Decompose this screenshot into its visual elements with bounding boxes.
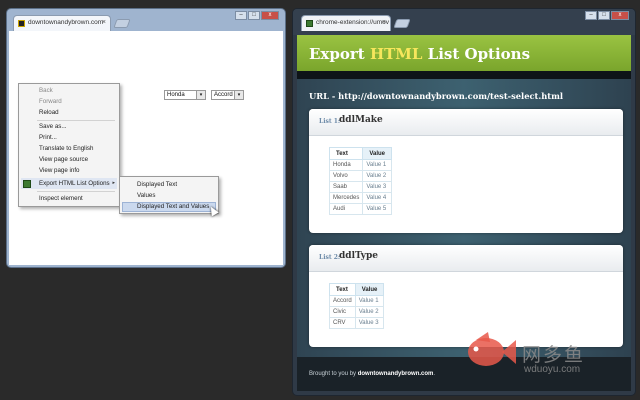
column-header-text: Text (329, 283, 356, 296)
page-title: Export HTML List Options (309, 45, 530, 63)
footer-text: . (433, 371, 436, 377)
cell-text: Civic (329, 306, 356, 318)
table-row: Civic Value 2 (329, 306, 385, 318)
table-row: Honda Value 1 (328, 159, 393, 171)
menu-item-save-as[interactable]: Save as... (39, 123, 67, 130)
new-tab-button[interactable] (393, 19, 411, 28)
cell-text: Audi (328, 203, 364, 215)
right-titlebar: chrome-extension://umov × – □ x (293, 9, 635, 35)
list-table: Text Value Accord Value 1 Civic Value 2 CR… (329, 283, 385, 329)
header-divider (297, 71, 631, 79)
right-tab-title: chrome-extension://umov (316, 19, 389, 26)
title-highlight: HTML (369, 45, 423, 63)
table-header-row: Text Value (329, 283, 385, 296)
extension-icon (23, 180, 31, 188)
menu-item-back[interactable]: Back (39, 87, 53, 94)
watermark-en: wduoyu.com (524, 364, 581, 375)
extension-favicon-icon (306, 20, 313, 27)
menu-item-print[interactable]: Print... (39, 134, 57, 141)
table-row: Accord Value 1 (329, 295, 385, 307)
site-favicon-icon (18, 20, 25, 27)
list-table: Text Value Honda Value 1 Volvo Value 2 Saa… (328, 147, 393, 215)
right-window-controls: – □ x (585, 11, 629, 21)
cell-text: Accord (329, 295, 356, 307)
table-header-row: Text Value (328, 147, 393, 160)
submenu-item-text-and-values[interactable]: Displayed Text and Values (137, 203, 209, 210)
table-row: Saab Value 3 (328, 181, 393, 193)
menu-item-inspect[interactable]: Inspect element (39, 195, 83, 202)
left-tab[interactable]: downtownandybrown.com × (13, 15, 111, 31)
menu-item-translate[interactable]: Translate to English (39, 145, 93, 152)
panel-header: List 2: ddlType (309, 245, 623, 272)
table-row: CRV Value 3 (329, 317, 385, 329)
cell-text: Honda (328, 159, 364, 171)
cell-value: Value 3 (354, 317, 385, 329)
list-label: List 1: (319, 118, 341, 125)
list-panel-ddlmake: List 1: ddlMake Text Value Honda Value 1 … (309, 109, 623, 233)
submenu-item-values[interactable]: Values (137, 192, 155, 199)
select-type[interactable]: Accord ▾ (211, 90, 244, 100)
panel-header: List 1: ddlMake (309, 109, 623, 136)
cell-text: CRV (329, 317, 356, 329)
left-window-controls: – □ x (235, 11, 279, 21)
title-part: Export (309, 45, 370, 63)
tab-close-icon[interactable]: × (382, 16, 386, 30)
context-menu: Back Forward Reload Save as... Print... … (18, 83, 120, 207)
cell-value: Value 3 (362, 181, 393, 193)
maximize-button[interactable]: □ (598, 11, 610, 20)
fish-logo-icon (468, 332, 516, 366)
footer-text: Brought to you by (309, 371, 358, 377)
cell-value: Value 2 (362, 170, 393, 182)
list-label: List 2: (319, 254, 341, 261)
right-tab[interactable]: chrome-extension://umov × (301, 15, 391, 31)
submenu-arrow-icon: ▸ (112, 180, 115, 186)
title-part: List Options (422, 45, 531, 63)
minimize-button[interactable]: – (585, 11, 597, 20)
menu-item-export-html-list-options[interactable]: Export HTML List Options (39, 180, 110, 187)
cell-text: Mercedes (328, 192, 364, 204)
select-make-value: Honda (167, 92, 185, 98)
close-button[interactable]: x (261, 11, 279, 20)
new-tab-button[interactable] (113, 19, 131, 28)
chevron-down-icon: ▾ (234, 91, 243, 99)
menu-separator (37, 120, 115, 121)
footer-credit: Brought to you by downtownandybrown.com. (309, 371, 435, 377)
select-type-value: Accord (214, 92, 233, 98)
minimize-button[interactable]: – (235, 11, 247, 20)
menu-item-reload[interactable]: Reload (39, 109, 59, 116)
column-header-text: Text (328, 147, 364, 160)
cell-value: Value 2 (354, 306, 385, 318)
watermark-cn: 网多鱼 (522, 344, 586, 366)
select-make[interactable]: Honda ▾ (164, 90, 206, 100)
left-tab-title: downtownandybrown.com (28, 19, 104, 26)
menu-item-view-info[interactable]: View page info (39, 167, 79, 174)
tab-close-icon[interactable]: × (102, 16, 106, 30)
table-row: Mercedes Value 4 (328, 192, 393, 204)
submenu-item-displayed-text[interactable]: Displayed Text (137, 181, 177, 188)
cell-text: Saab (328, 181, 364, 193)
table-row: Volvo Value 2 (328, 170, 393, 182)
cell-value: Value 1 (362, 159, 393, 171)
source-url: URL - http://downtownandybrown.com/test-… (309, 91, 564, 101)
cell-value: Value 1 (354, 295, 385, 307)
menu-item-view-source[interactable]: View page source (39, 156, 88, 163)
close-button[interactable]: x (611, 11, 629, 20)
cell-text: Volvo (328, 170, 364, 182)
table-row: Audi Value 5 (328, 203, 393, 215)
cell-value: Value 5 (362, 203, 393, 215)
page-header: Export HTML List Options (297, 35, 631, 71)
left-titlebar: downtownandybrown.com × – □ x (7, 9, 285, 31)
footer-link[interactable]: downtownandybrown.com (358, 371, 434, 377)
column-header-value: Value (362, 147, 393, 160)
column-header-value: Value (354, 283, 385, 296)
menu-separator (37, 191, 115, 192)
chevron-down-icon: ▾ (196, 91, 205, 99)
list-name: ddlMake (339, 115, 383, 125)
maximize-button[interactable]: □ (248, 11, 260, 20)
export-submenu: Displayed Text Values Displayed Text and… (119, 176, 219, 214)
list-name: ddlType (339, 251, 378, 261)
menu-item-forward[interactable]: Forward (39, 98, 62, 105)
cell-value: Value 4 (362, 192, 393, 204)
